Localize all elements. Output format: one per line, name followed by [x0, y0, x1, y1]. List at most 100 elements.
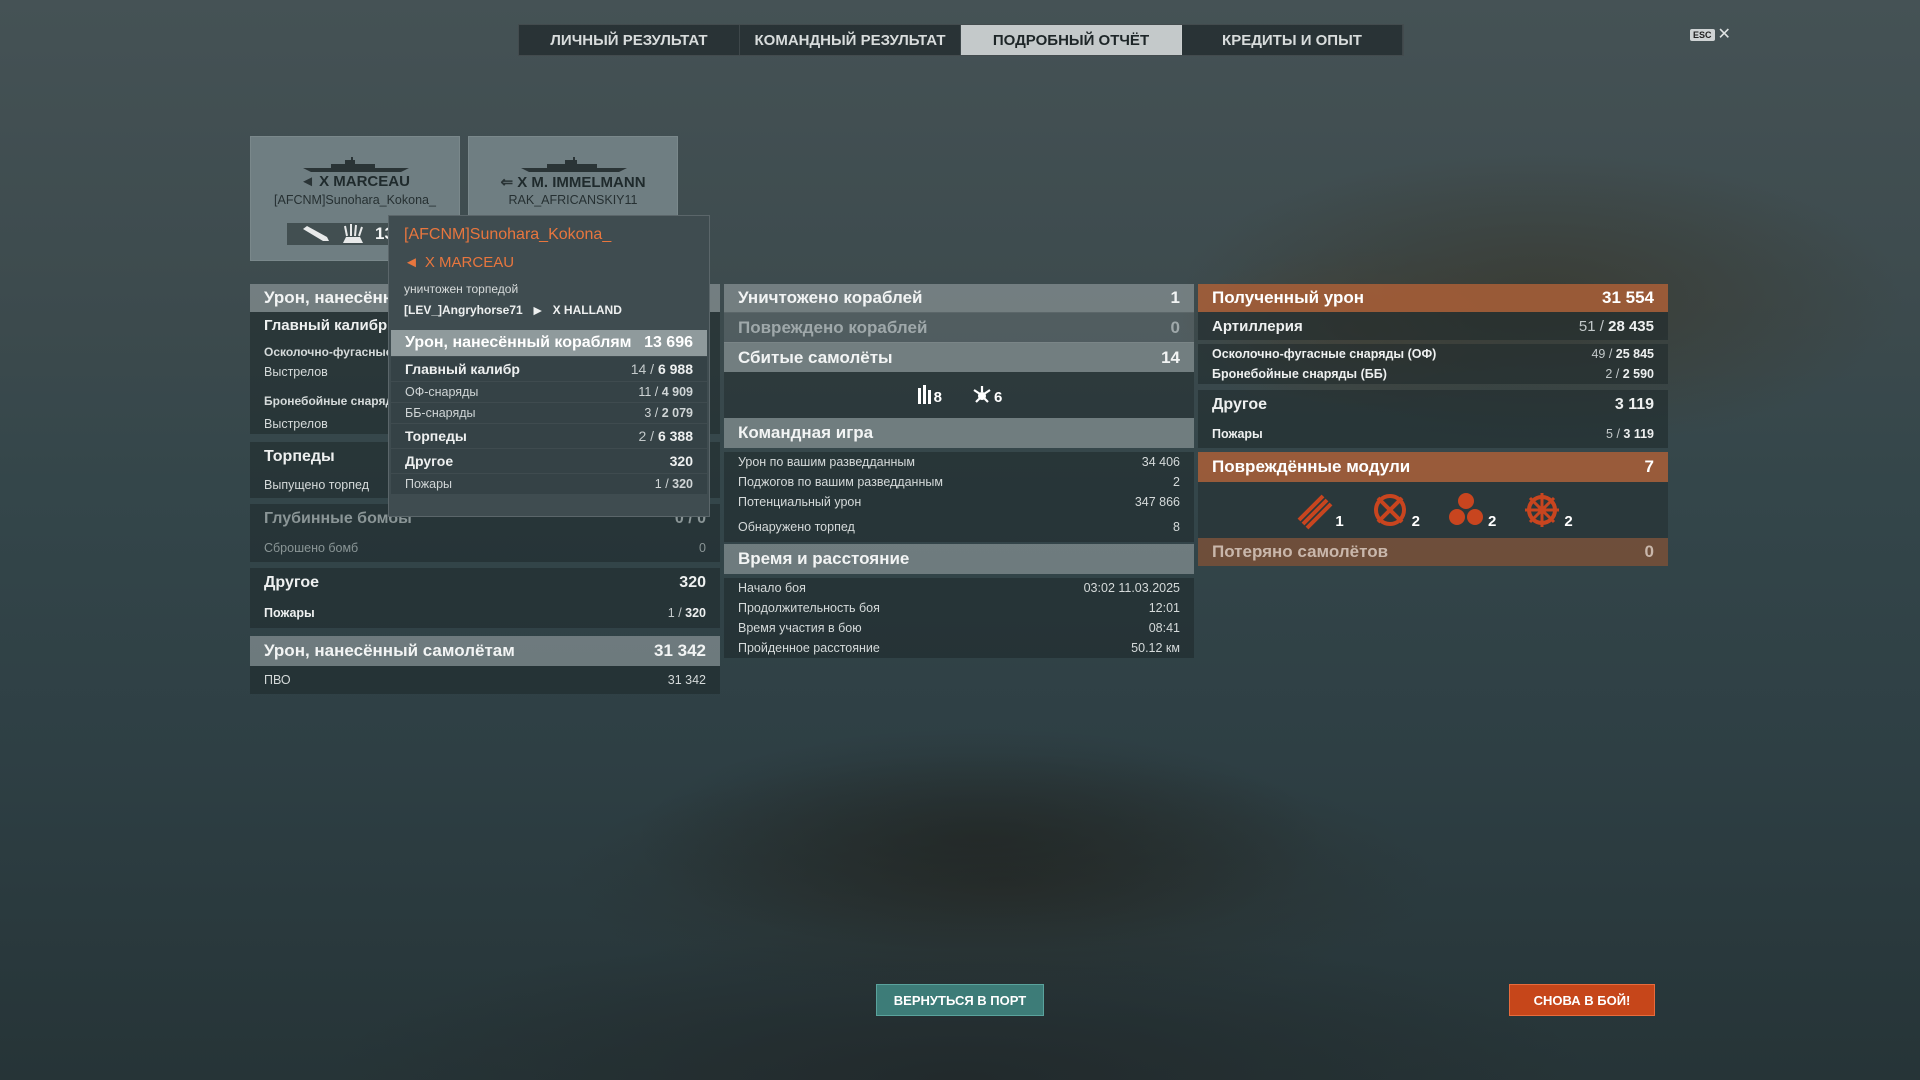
team-row-value: 8	[1173, 520, 1180, 534]
time-row-value: 03:02 11.03.2025	[1083, 581, 1180, 595]
return-to-port-button[interactable]: ВЕРНУТЬСЯ В ПОРТ	[876, 984, 1044, 1016]
tab-credits-xp[interactable]: КРЕДИТЫ И ОПЫТ	[1182, 25, 1403, 55]
tooltip-ship: ◄ X MARCEAU	[404, 254, 514, 271]
he-received-value: 49 / 25 845	[1591, 347, 1654, 361]
tooltip-row-value: 2 / 6 388	[638, 428, 693, 444]
time-row: Начало боя 03:02 11.03.2025	[724, 578, 1194, 598]
tooltip-torpedoes-row: Торпеды 2 / 6 388	[391, 423, 707, 448]
time-row: Пройденное расстояние 50.12 км	[724, 638, 1194, 658]
received-damage-header: Полученный урон 31 554	[1198, 284, 1668, 312]
other-value: 320	[679, 574, 706, 591]
enemy-arrow-icon: ►	[530, 302, 545, 318]
player-name: RAK_AFRICANSKIY11	[508, 193, 638, 207]
planes-shot-down-value: 14	[1161, 347, 1180, 367]
module-counter: 1	[1293, 490, 1344, 530]
bombs-dropped-value: 0	[699, 541, 706, 555]
received-damage-panel: Полученный урон 31 554 Артиллерия 51 / 2…	[1198, 284, 1668, 566]
plane-damage-label: Урон, нанесённый самолётам	[264, 641, 515, 660]
killer-ship: X HALLAND	[552, 303, 622, 317]
team-play-label: Командная игра	[738, 423, 874, 442]
artillery-label: Артиллерия	[1212, 317, 1303, 335]
ship-silhouette-icon	[521, 157, 627, 172]
fires-label: Пожары	[264, 606, 315, 620]
module-count: 2	[1488, 513, 1497, 530]
other-received-label: Другое	[1212, 396, 1267, 413]
module-count: 2	[1564, 513, 1573, 530]
other-row: Другое 320	[250, 568, 720, 598]
time-row-value: 50.12 км	[1131, 641, 1180, 655]
module-counter: 2	[1446, 490, 1496, 530]
ap-label: Бронебойные снаряд	[264, 394, 394, 408]
tab-personal-result[interactable]: ЛИЧНЫЙ РЕЗУЛЬТАТ	[519, 25, 740, 55]
he-label: Осколочно-фугасные	[264, 345, 393, 359]
tooltip-row-label: Торпеды	[405, 428, 467, 444]
close-icon: ✕	[1717, 26, 1731, 43]
module-counter: 2	[1370, 490, 1420, 530]
tab-detailed-report[interactable]: ПОДРОБНЫЙ ОТЧЁТ	[961, 25, 1182, 55]
time-distance-header: Время и расстояние	[724, 544, 1194, 574]
team-row-value: 347 866	[1134, 495, 1180, 509]
team-row-label: Обнаружено торпед	[738, 520, 855, 534]
battle-again-button[interactable]: СНОВА В БОЙ!	[1509, 984, 1655, 1016]
plane-types-row: 8 6	[724, 372, 1194, 418]
planes-shot-down-row: Сбитые самолёты 14	[724, 342, 1194, 372]
damaged-modules-label: Повреждённые модули	[1212, 457, 1411, 476]
module-counter: 2	[1522, 490, 1573, 530]
ap-received-label: Бронебойные снаряды (ББ)	[1212, 367, 1387, 381]
shots-label: Выстрелов	[264, 365, 328, 379]
tooltip-damage-table: Урон, нанесённый кораблям 13 696 Главный…	[391, 330, 707, 494]
team-row: Потенциальный урон 347 866	[724, 492, 1194, 512]
aa-value: 31 342	[667, 673, 706, 687]
plane-damage-value: 31 342	[654, 641, 706, 660]
received-damage-value: 31 554	[1602, 288, 1654, 307]
ships-damaged-value: 0	[1170, 317, 1180, 337]
torpedoes-fired-label: Выпущено торпед	[264, 478, 369, 492]
tab-bar: ЛИЧНЫЙ РЕЗУЛЬТАТ КОМАНДНЫЙ РЕЗУЛЬТАТ ПОД…	[518, 24, 1404, 56]
fires-received-value: 5 / 3 119	[1606, 427, 1654, 441]
engine-icon	[1449, 493, 1483, 525]
tooltip-row-value: 3 / 2 079	[644, 406, 693, 420]
module-count: 1	[1335, 513, 1344, 530]
time-row-label: Пройденное расстояние	[738, 641, 880, 655]
tooltip-row-value: 14 / 6 988	[630, 361, 693, 377]
tooltip-row-value: 11 / 4 909	[638, 385, 693, 399]
torpedoes-label: Торпеды	[264, 448, 335, 465]
tooltip-other-row: Другое 320	[391, 448, 707, 473]
tooltip-row-label: ОФ-снаряды	[405, 385, 479, 399]
bomber-counter: 6	[972, 384, 1002, 406]
other-received-row: Другое 3 119	[1198, 390, 1668, 420]
tooltip-ap-row: ББ-снаряды 3 / 2 079	[391, 402, 707, 423]
tooltip-ship-name: X MARCEAU	[424, 254, 515, 271]
plane-damage-header: Урон, нанесённый самолётам 31 342	[250, 636, 720, 666]
team-play-header: Командная игра	[724, 418, 1194, 448]
team-row-value: 2	[1173, 475, 1180, 489]
tooltip-status: уничтожен торпедой	[404, 282, 519, 296]
module-count: 2	[1411, 513, 1420, 530]
time-row: Время участия в бою 08:41	[724, 618, 1194, 638]
time-row-label: Начало боя	[738, 581, 806, 595]
main-battery-icon	[1373, 494, 1406, 526]
time-row-value: 08:41	[1148, 621, 1180, 635]
close-button[interactable]: ESC ✕	[1690, 27, 1731, 43]
fighter-count: 8	[933, 389, 942, 406]
tooltip-fires-row: Пожары 1 / 320	[391, 473, 707, 494]
bomber-icon	[973, 386, 991, 403]
fighter-icon	[917, 385, 931, 404]
ships-damaged-label: Повреждено кораблей	[738, 317, 928, 337]
tab-team-result[interactable]: КОМАНДНЫЙ РЕЗУЛЬТАТ	[740, 25, 961, 55]
killer-name: [LEV_]Angryhorse71	[404, 303, 523, 317]
tooltip-killer: [LEV_]Angryhorse71 ► X HALLAND	[404, 302, 622, 318]
damaged-modules-value: 7	[1644, 457, 1654, 476]
other-received-value: 3 119	[1614, 396, 1654, 413]
team-row: Обнаружено торпед 8	[724, 512, 1194, 542]
ships-destroyed-value: 1	[1170, 288, 1180, 307]
received-damage-label: Полученный урон	[1212, 288, 1365, 307]
tooltip-row-value: 320	[669, 453, 693, 469]
team-row-label: Потенциальный урон	[738, 495, 862, 509]
tooltip-he-row: ОФ-снаряды 11 / 4 909	[391, 381, 707, 402]
planes-shot-down-label: Сбитые самолёты	[738, 347, 893, 367]
bombs-dropped-row: Сброшено бомб 0	[250, 534, 720, 562]
aa-label: ПВО	[264, 673, 291, 687]
damage-header-label: Урон, нанесённ	[264, 288, 394, 307]
tooltip-damage-header: Урон, нанесённый кораблям 13 696	[391, 330, 707, 356]
